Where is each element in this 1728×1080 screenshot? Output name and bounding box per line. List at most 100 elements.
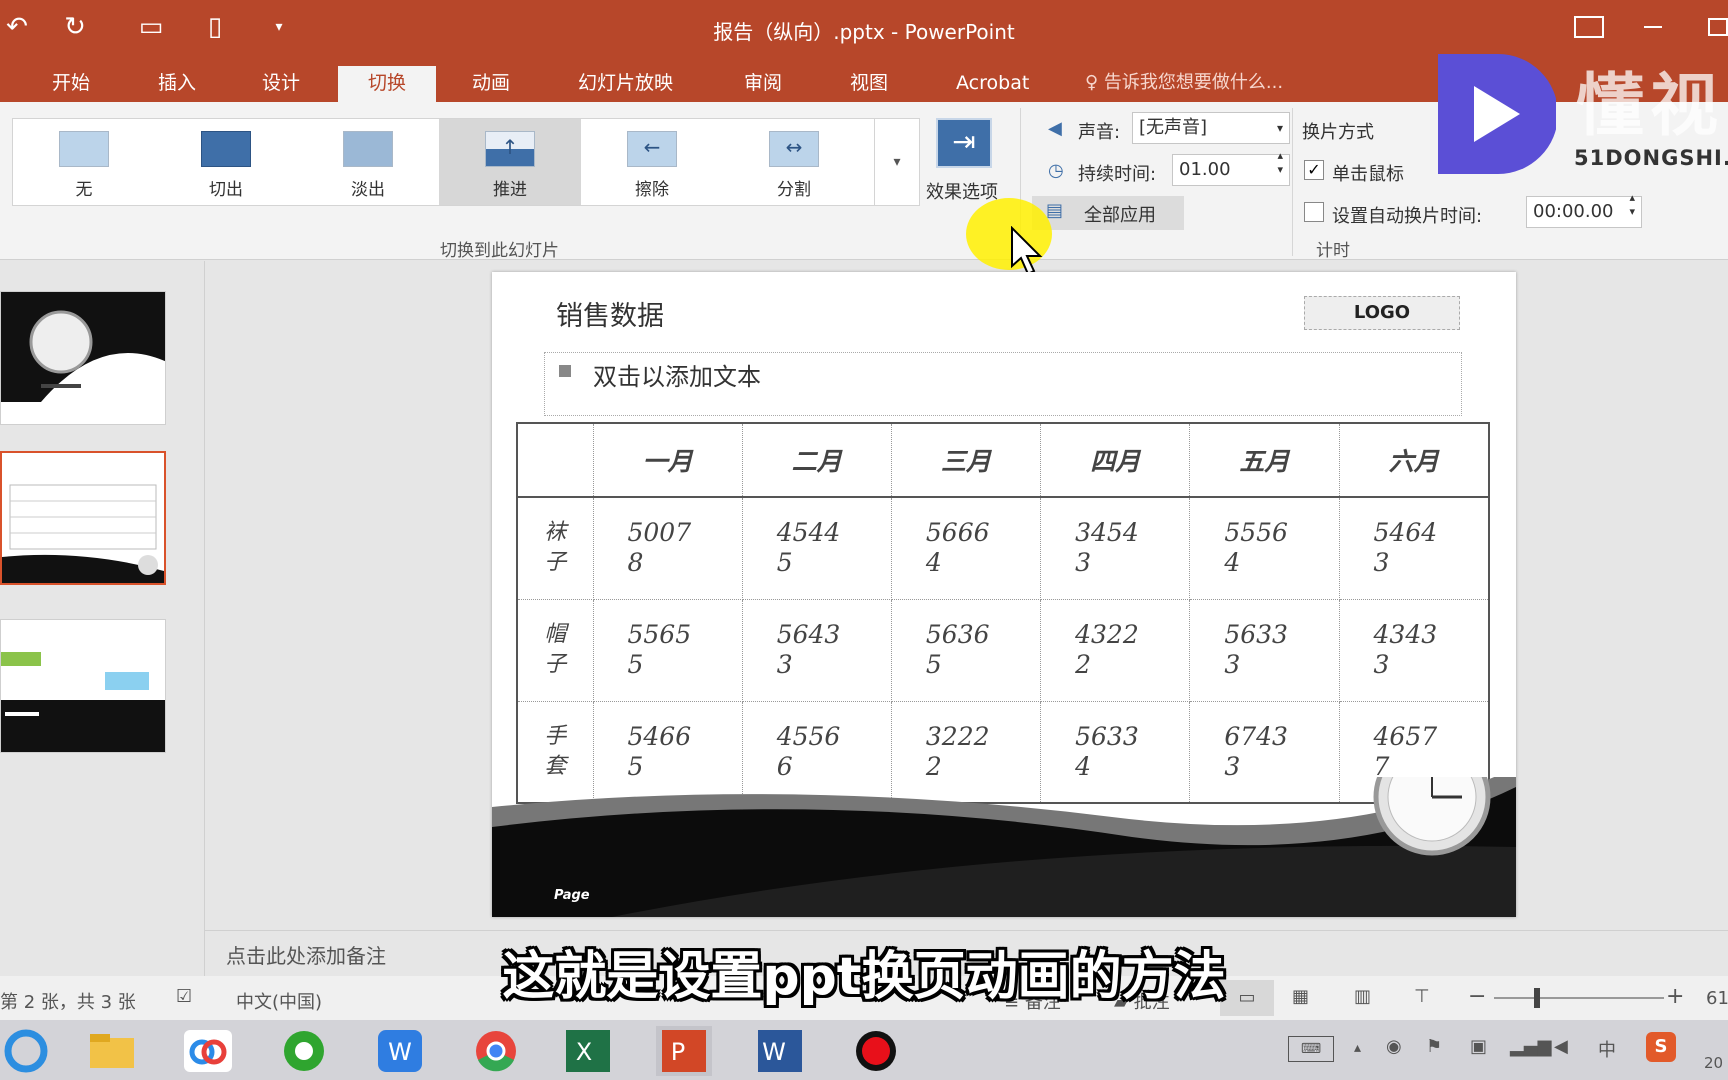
table-cell[interactable]: 5464 3: [1338, 496, 1490, 600]
qq-icon[interactable]: ◉: [1386, 1036, 1402, 1057]
tab-review[interactable]: 审阅: [726, 66, 800, 102]
transition-fade[interactable]: 淡出: [297, 119, 439, 205]
table-cell[interactable]: 5643 3: [741, 598, 892, 702]
cell-line: 5464: [1373, 518, 1438, 548]
table-cell[interactable]: 4544 5: [741, 496, 892, 600]
placeholder-text: 双击以添加文本: [593, 363, 761, 391]
tab-home[interactable]: 开始: [34, 66, 108, 102]
ribbon-divider: [1292, 108, 1293, 256]
volume-icon[interactable]: ◀: [1554, 1036, 1568, 1057]
effect-options-icon[interactable]: ⇥: [936, 118, 992, 168]
tab-design[interactable]: 设计: [244, 66, 318, 102]
keyboard-icon[interactable]: ⌨: [1288, 1036, 1334, 1062]
browser-360-icon[interactable]: [276, 1026, 332, 1076]
slide-thumbnail-1[interactable]: [0, 291, 166, 425]
cell-line: 6743: [1224, 721, 1288, 751]
row-label-char: 手: [544, 723, 567, 749]
cell-line: 5643: [776, 620, 841, 649]
svg-text:X: X: [576, 1038, 592, 1066]
table-cell[interactable]: 5007 8: [592, 496, 743, 600]
cell-line: 3: [1373, 650, 1390, 679]
wifi-icon[interactable]: ▂▄▆: [1510, 1036, 1552, 1057]
row-label-char: 套: [544, 753, 567, 779]
tab-acrobat[interactable]: Acrobat: [938, 66, 1047, 102]
slide-title[interactable]: 销售数据: [556, 294, 664, 333]
on-click-checkbox[interactable]: ✓: [1304, 160, 1324, 180]
transition-cut[interactable]: 切出: [155, 119, 297, 205]
spinner-icon[interactable]: ▴ ▾: [1277, 149, 1283, 177]
cell-line: 5565: [627, 620, 692, 649]
transition-none[interactable]: 无: [13, 119, 155, 205]
sogou-icon[interactable]: S: [1646, 1032, 1676, 1062]
cell-line: 5556: [1224, 518, 1288, 548]
wps-icon[interactable]: W: [372, 1026, 428, 1076]
table-header-cell: 二月: [741, 422, 892, 498]
thumbnail-pane: [0, 261, 205, 976]
slide-thumbnail-3[interactable]: [0, 619, 166, 753]
table-cell[interactable]: 4343 3: [1338, 598, 1490, 702]
network-flag-icon[interactable]: ⚑: [1426, 1036, 1442, 1057]
file-explorer-icon[interactable]: [84, 1026, 140, 1076]
table-cell[interactable]: 4322 2: [1040, 598, 1191, 702]
logo-placeholder[interactable]: LOGO: [1304, 296, 1460, 330]
gallery-more-button[interactable]: ▾: [874, 118, 920, 206]
input-method-icon[interactable]: 中: [1598, 1036, 1616, 1062]
table-cell[interactable]: 5565 5: [592, 598, 743, 702]
sound-dropdown[interactable]: [无声音] ▾: [1132, 112, 1290, 144]
table-header-cell: 五月: [1189, 422, 1340, 498]
auto-advance-label: 设置自动换片时间:: [1332, 206, 1483, 227]
duration-input[interactable]: 01.00 ▴ ▾: [1172, 149, 1290, 186]
excel-icon[interactable]: X: [560, 1026, 616, 1076]
transition-gallery: 无 切出 淡出 ↑ 推进 ← 擦除 ↔ 分割: [12, 118, 920, 206]
apply-all-button[interactable]: ▤ 全部应用: [1032, 196, 1184, 230]
cell-line: 8: [627, 548, 644, 578]
tab-insert[interactable]: 插入: [140, 66, 214, 102]
row-label-char: 子: [544, 550, 567, 576]
minimize-icon[interactable]: [1644, 26, 1662, 28]
table-cell[interactable]: 5633 3: [1189, 598, 1340, 702]
thumbnail-3-preview: [1, 652, 165, 752]
maximize-icon[interactable]: [1708, 18, 1728, 36]
text-placeholder[interactable]: 双击以添加文本: [544, 352, 1462, 416]
cell-line: 3454: [1075, 518, 1139, 548]
table-cell[interactable]: 3454 3: [1040, 496, 1191, 600]
table-row-label: 袜子: [516, 496, 594, 600]
device-icon[interactable]: ▣: [1470, 1036, 1487, 1057]
auto-advance-input[interactable]: 00:00.00 ▴ ▾: [1526, 191, 1642, 228]
slide-thumbnail-2[interactable]: [0, 451, 166, 585]
thumbnail-2-preview: [2, 484, 164, 583]
table-header-cell: 六月: [1338, 422, 1490, 498]
spinner-icon[interactable]: ▴ ▾: [1629, 191, 1635, 219]
tab-slideshow[interactable]: 幻灯片放映: [560, 66, 691, 102]
tray-chevron-up-icon[interactable]: ▴: [1354, 1040, 1361, 1056]
table-cell[interactable]: 5556 4: [1189, 496, 1340, 600]
tab-animations[interactable]: 动画: [454, 66, 528, 102]
sales-table[interactable]: 一月 二月 三月 四月 五月 六月 袜子 5007 8 4544 5 5666 4 3454 3…: [516, 422, 1490, 804]
tab-transitions[interactable]: 切换: [338, 66, 437, 102]
ie-icon[interactable]: [0, 1026, 56, 1076]
cell-line: 5636: [925, 620, 990, 649]
word-icon[interactable]: W: [752, 1026, 808, 1076]
table-cell[interactable]: 5636 5: [890, 598, 1042, 702]
cell-line: 4: [925, 548, 942, 578]
tab-view[interactable]: 视图: [832, 66, 906, 102]
powerpoint-icon[interactable]: P: [656, 1026, 712, 1076]
transition-wipe[interactable]: ← 擦除: [581, 119, 723, 205]
ribbon-display-icon[interactable]: [1574, 16, 1604, 38]
tell-me-search[interactable]: ♀ 告诉我您想要做什么...: [1085, 66, 1283, 102]
cell-line: 5666: [925, 518, 990, 548]
transition-label: 无: [75, 180, 93, 200]
chrome-icon[interactable]: [468, 1026, 524, 1076]
table-cell[interactable]: 5666 4: [890, 496, 1042, 600]
effect-options-button[interactable]: 效果选项: [926, 178, 998, 204]
tell-me-text: 告诉我您想要做什么...: [1103, 72, 1284, 93]
auto-advance-checkbox[interactable]: [1304, 202, 1324, 222]
transition-split[interactable]: ↔ 分割: [723, 119, 865, 205]
row-label-char: 袜: [544, 520, 567, 546]
wipe-arrow-icon: ←: [627, 131, 677, 167]
record-icon[interactable]: [848, 1026, 904, 1076]
sound-label: 声音:: [1078, 122, 1121, 143]
transition-push[interactable]: ↑ 推进: [439, 119, 581, 205]
baidu-cloud-icon[interactable]: [180, 1026, 236, 1076]
slide-canvas[interactable]: 销售数据 LOGO 双击以添加文本 一月 二月 三月 四月 五月 六月 袜子 50…: [492, 272, 1516, 917]
